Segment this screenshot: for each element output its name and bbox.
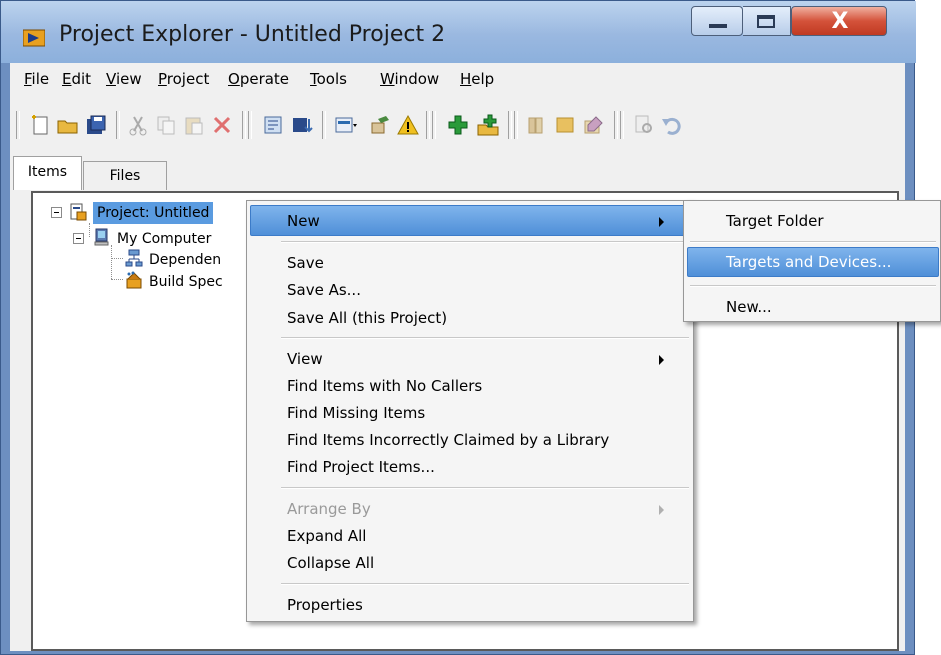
- minimize-button[interactable]: [691, 6, 743, 36]
- tree-item-build-specifications[interactable]: Build Spec: [149, 272, 223, 292]
- menu-tools[interactable]: Tools: [310, 70, 347, 88]
- minimize-icon: [709, 24, 727, 28]
- warning-icon[interactable]: [396, 113, 420, 137]
- cut-icon[interactable]: [126, 113, 150, 137]
- menu-separator: [690, 241, 936, 243]
- computer-icon: [94, 228, 109, 246]
- toolbar: [10, 103, 905, 147]
- menu-separator: [281, 583, 689, 585]
- submenu-item-targets-and-devices[interactable]: Targets and Devices...: [726, 253, 891, 271]
- close-icon: X: [831, 9, 849, 34]
- project-settings-icon[interactable]: [262, 113, 286, 137]
- toolbar-separator: [248, 111, 252, 139]
- menu-item-new[interactable]: New: [287, 212, 320, 230]
- library-icon[interactable]: [526, 113, 550, 137]
- tree-connector: [111, 279, 123, 280]
- toolbar-grip: [16, 111, 20, 139]
- add-folder-icon[interactable]: [476, 113, 500, 137]
- submenu-arrow-icon: [659, 355, 664, 365]
- menu-separator: [281, 241, 689, 243]
- edit-icon[interactable]: [582, 113, 606, 137]
- submenu-arrow-icon: [659, 505, 664, 515]
- menu-view[interactable]: View: [106, 70, 142, 88]
- save-all-icon[interactable]: [84, 113, 108, 137]
- copy-icon[interactable]: [154, 113, 178, 137]
- toolbar-separator: [614, 111, 618, 139]
- view-icon[interactable]: [334, 113, 358, 137]
- menu-item-find-project-items[interactable]: Find Project Items...: [287, 458, 435, 476]
- labview-project-icon: [23, 29, 45, 47]
- menu-separator: [281, 337, 689, 339]
- menu-item-arrange-by: Arrange By: [287, 500, 371, 518]
- paste-icon[interactable]: [182, 113, 206, 137]
- menu-item-expand-all[interactable]: Expand All: [287, 527, 366, 545]
- menu-file[interactable]: File: [24, 70, 49, 88]
- close-button[interactable]: X: [791, 6, 887, 36]
- delete-icon[interactable]: [210, 113, 234, 137]
- toolbar-separator: [514, 111, 518, 139]
- tree-connector: [111, 245, 112, 279]
- toolbar-separator: [432, 111, 436, 139]
- dependencies-icon: [125, 249, 143, 267]
- tree-connector: [89, 223, 90, 237]
- build-spec-icon: [126, 271, 142, 289]
- toolbar-separator: [426, 111, 430, 139]
- new-submenu: Target Folder Targets and Devices... New…: [683, 200, 941, 322]
- new-file-icon[interactable]: [28, 113, 52, 137]
- toolbar-separator: [116, 111, 120, 139]
- class-icon[interactable]: [554, 113, 578, 137]
- tools-icon[interactable]: [368, 113, 392, 137]
- window-title: Project Explorer - Untitled Project 2: [59, 22, 446, 47]
- project-icon: [70, 203, 87, 221]
- submenu-item-target-folder[interactable]: Target Folder: [726, 212, 824, 230]
- add-item-icon[interactable]: [446, 113, 470, 137]
- menu-separator: [690, 285, 936, 287]
- menu-project[interactable]: Project: [158, 70, 209, 88]
- menu-item-save[interactable]: Save: [287, 254, 324, 272]
- maximize-button[interactable]: [743, 6, 791, 36]
- menu-item-find-incorrectly-claimed[interactable]: Find Items Incorrectly Claimed by a Libr…: [287, 431, 609, 449]
- undo-icon[interactable]: [660, 113, 684, 137]
- my-computer-collapse-toggle[interactable]: [73, 233, 84, 244]
- toolbar-separator: [508, 111, 512, 139]
- tree-item-project[interactable]: Project: Untitled: [93, 202, 214, 224]
- menu-operate[interactable]: Operate: [228, 70, 289, 88]
- menu-separator: [281, 487, 689, 489]
- toolbar-separator: [242, 111, 246, 139]
- toolbar-separator: [620, 111, 624, 139]
- menu-window[interactable]: Window: [380, 70, 439, 88]
- toolbar-separator: [322, 111, 326, 139]
- menu-item-view[interactable]: View: [287, 350, 323, 368]
- tab-files[interactable]: Files: [83, 161, 167, 190]
- tree-item-dependencies[interactable]: Dependen: [149, 250, 221, 270]
- maximize-icon: [757, 15, 775, 28]
- menu-item-find-no-callers[interactable]: Find Items with No Callers: [287, 377, 482, 395]
- tree-connector: [111, 258, 123, 259]
- build-icon[interactable]: [290, 113, 314, 137]
- menu-item-properties[interactable]: Properties: [287, 596, 363, 614]
- find-icon[interactable]: [632, 113, 656, 137]
- tree-item-label: Project: Untitled: [97, 205, 210, 221]
- submenu-arrow-icon: [659, 217, 664, 227]
- submenu-item-new[interactable]: New...: [726, 298, 772, 316]
- menu-item-save-as[interactable]: Save As...: [287, 281, 361, 299]
- tree-item-my-computer[interactable]: My Computer: [117, 229, 211, 249]
- menu-item-find-missing[interactable]: Find Missing Items: [287, 404, 425, 422]
- open-folder-icon[interactable]: [56, 113, 80, 137]
- menu-edit[interactable]: Edit: [62, 70, 91, 88]
- menu-item-save-all[interactable]: Save All (this Project): [287, 309, 447, 327]
- context-menu: New Save Save As... Save All (this Proje…: [246, 200, 694, 622]
- menu-help[interactable]: Help: [460, 70, 494, 88]
- title-bar[interactable]: Project Explorer - Untitled Project 2 X: [1, 1, 916, 63]
- menu-item-collapse-all[interactable]: Collapse All: [287, 554, 374, 572]
- project-collapse-toggle[interactable]: [51, 207, 62, 218]
- tab-items[interactable]: Items: [13, 156, 82, 190]
